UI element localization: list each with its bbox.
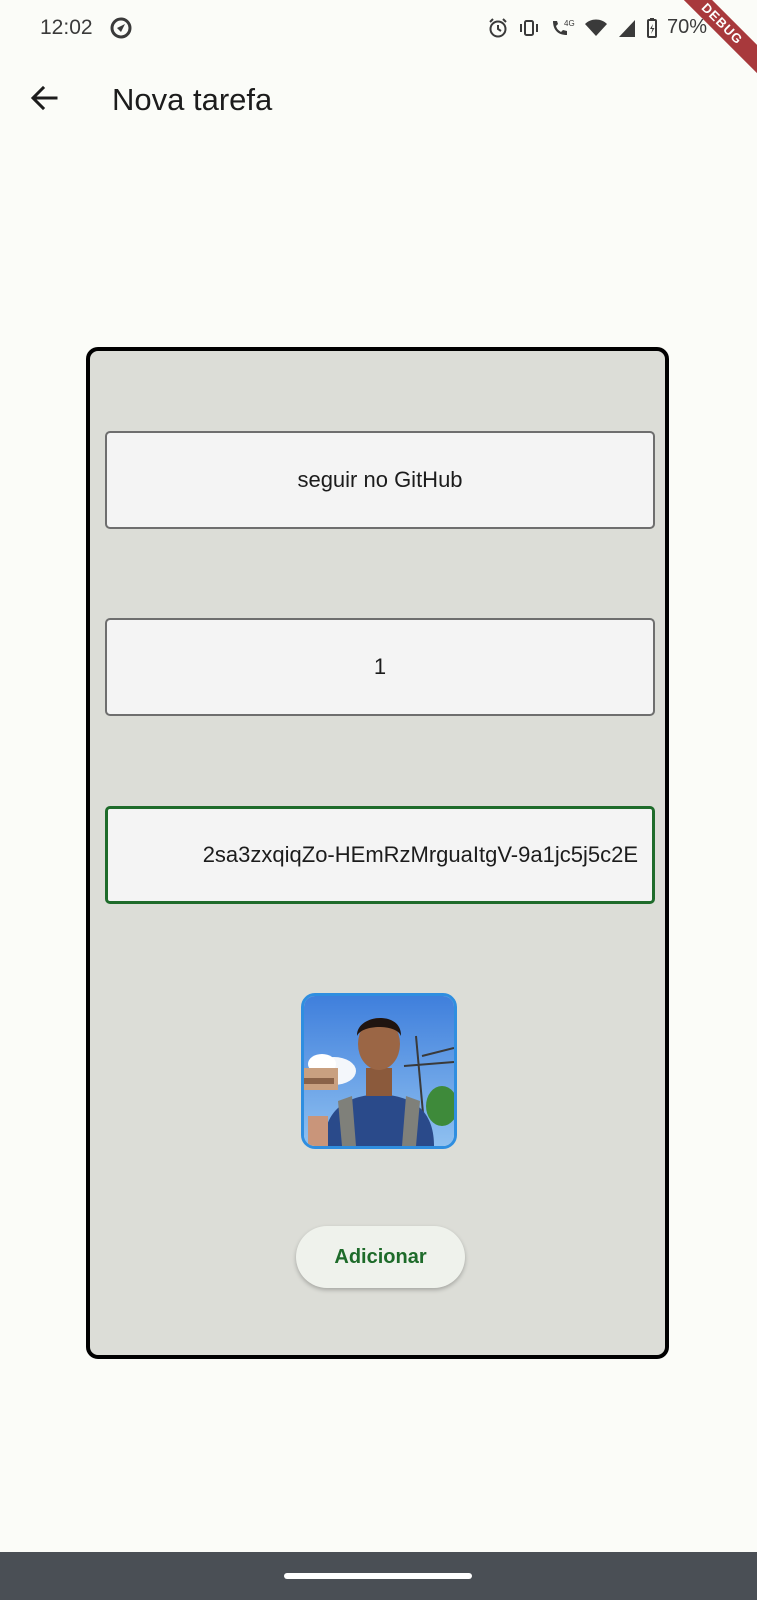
app-notification-icon xyxy=(110,17,132,39)
battery-icon xyxy=(646,17,658,39)
task-name-field[interactable] xyxy=(105,431,655,529)
status-bar: 12:02 4G 70% xyxy=(0,0,757,58)
vibrate-icon xyxy=(518,17,540,39)
difficulty-field[interactable] xyxy=(105,618,655,716)
status-time: 12:02 xyxy=(40,16,93,39)
task-name-input[interactable] xyxy=(107,433,653,527)
task-image-preview[interactable] xyxy=(301,993,457,1149)
app-bar: Nova tarefa xyxy=(0,70,757,130)
system-nav-bar xyxy=(0,1552,757,1600)
home-indicator[interactable] xyxy=(284,1573,472,1579)
image-url-input[interactable] xyxy=(108,809,652,901)
wifi-icon xyxy=(584,17,608,39)
signal-icon xyxy=(617,17,637,39)
back-button[interactable] xyxy=(24,80,64,120)
task-form-card: Adicionar xyxy=(86,347,669,1359)
image-url-field[interactable] xyxy=(105,806,655,904)
person-photo xyxy=(304,996,454,1146)
arrow-back-icon xyxy=(29,83,59,118)
status-icons: 4G 70% xyxy=(487,16,707,39)
volte-4g-call-icon: 4G xyxy=(549,17,575,39)
svg-text:4G: 4G xyxy=(564,19,575,28)
add-button[interactable]: Adicionar xyxy=(296,1226,465,1288)
difficulty-input[interactable] xyxy=(107,620,653,714)
battery-level: 70% xyxy=(666,16,707,38)
alarm-icon xyxy=(487,17,509,39)
page-title: Nova tarefa xyxy=(112,82,273,117)
